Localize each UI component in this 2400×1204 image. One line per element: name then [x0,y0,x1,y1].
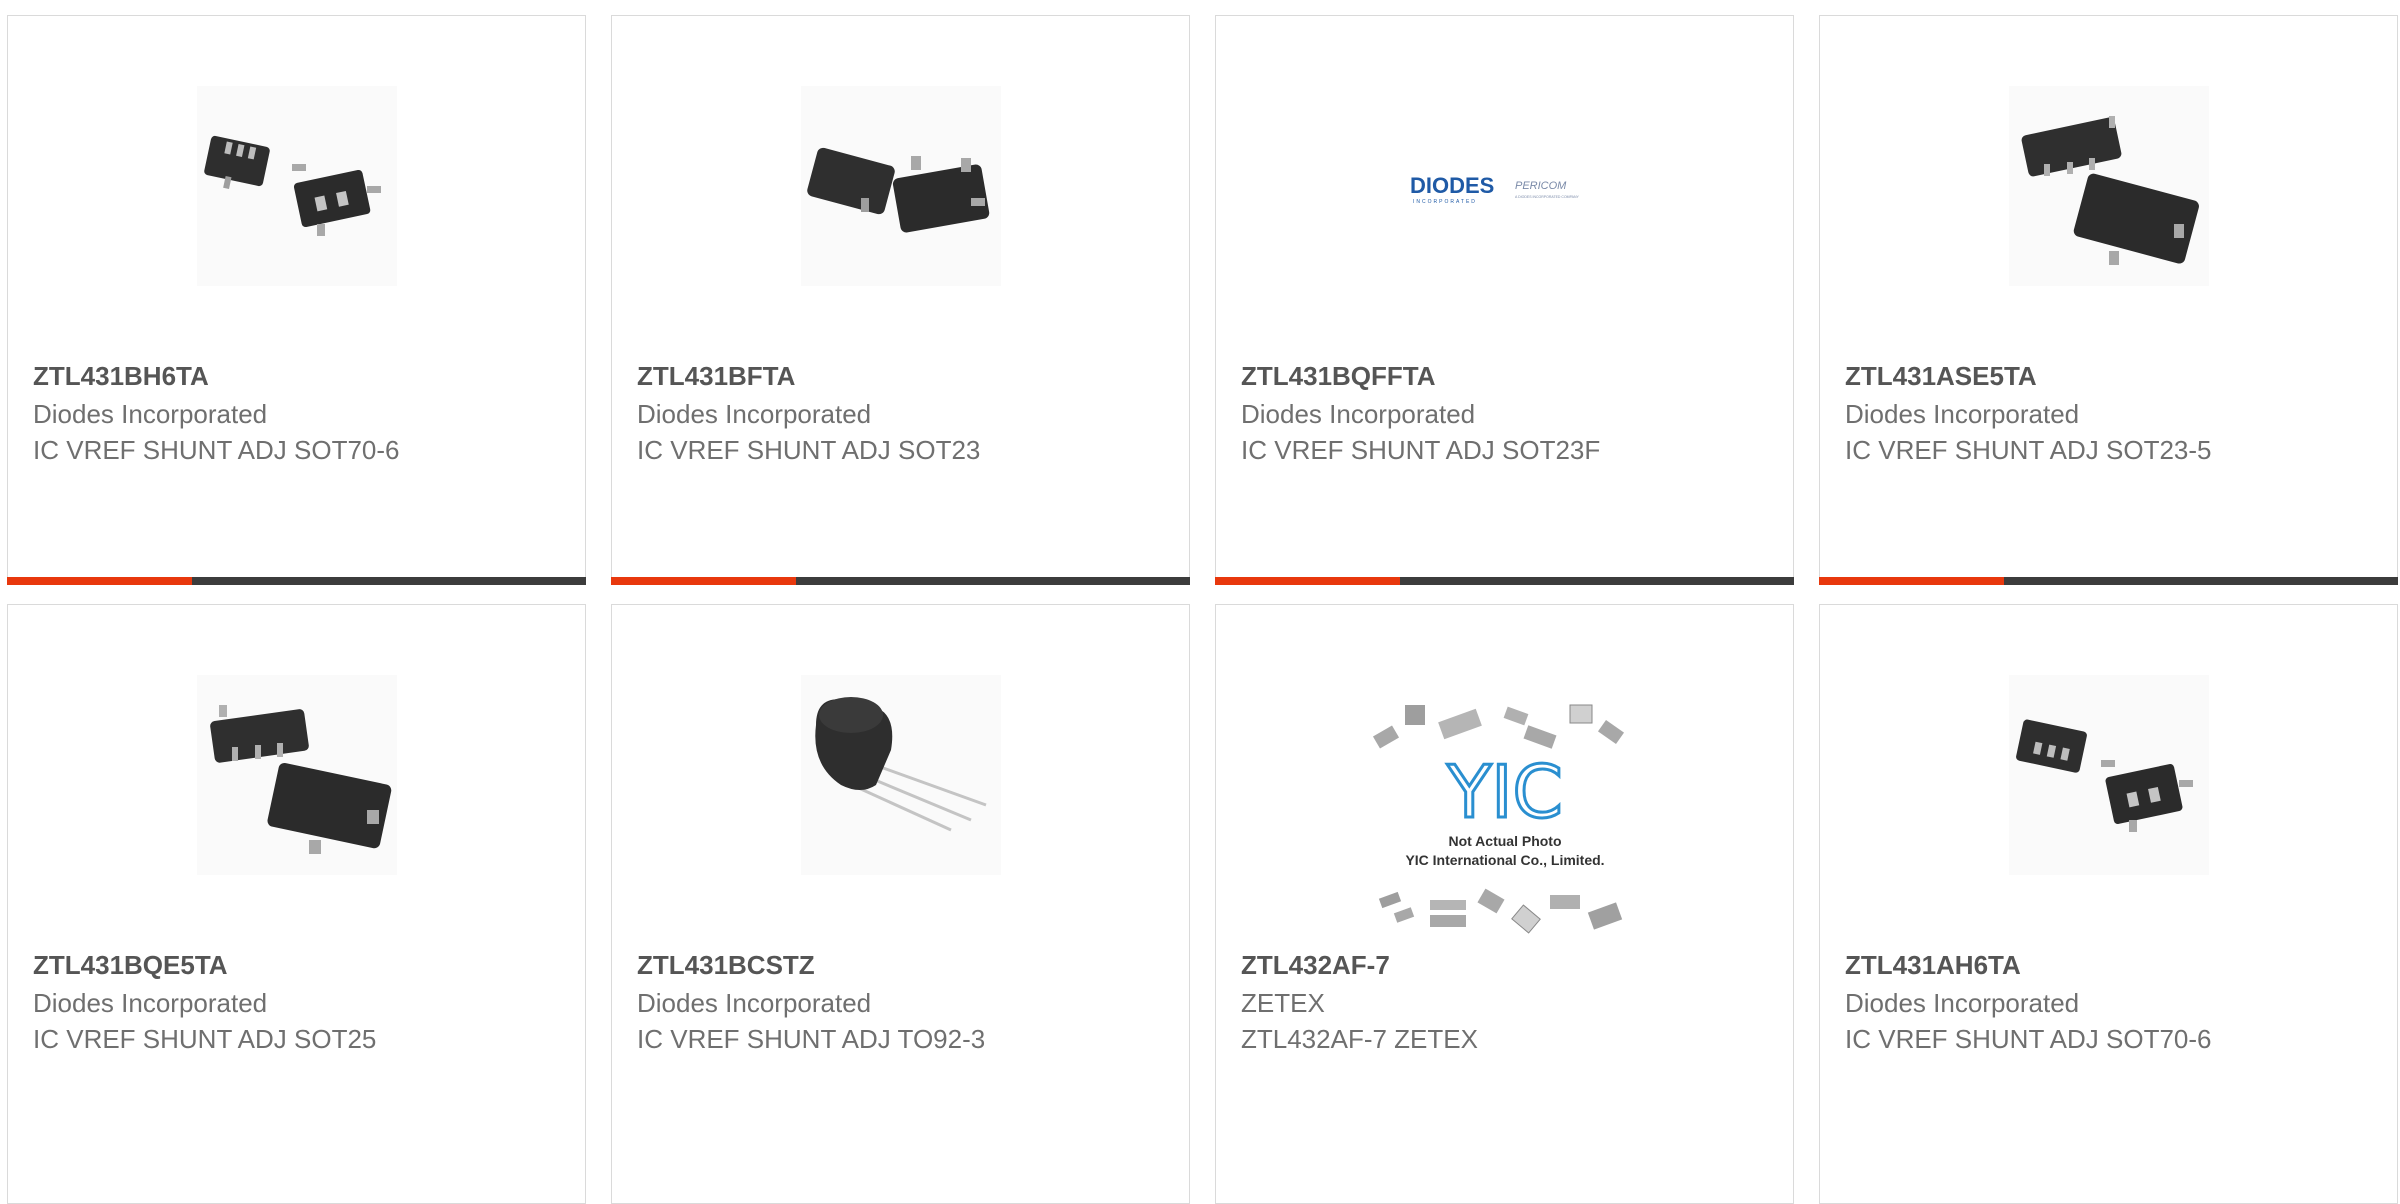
manufacturer-name: Diodes Incorporated [1845,399,2080,429]
diodes-tagline-text: INCORPORATED [1413,199,1477,205]
sot70-6-package-icon [2015,719,2193,832]
manufacturer-name: Diodes Incorporated [33,988,268,1018]
card-progress-fill [7,577,193,585]
part-number[interactable]: ZTL432AF-7 [1241,950,1390,981]
manufacturer-name: Diodes Incorporated [637,399,872,429]
product-card[interactable]: ZTL431AH6TA Diodes Incorporated IC VREF … [1819,604,2398,1204]
product-description: IC VREF SHUNT ADJ SOT70-6 [33,435,400,465]
product-description: ZTL432AF-7 ZETEX [1241,1024,1478,1054]
product-description: IC VREF SHUNT ADJ TO92-3 [637,1024,986,1054]
product-image[interactable]: YIC Not Actual Photo YIC International C… [1364,695,1645,945]
sot23-5-package-icon [2021,116,2199,265]
product-card[interactable]: YIC Not Actual Photo YIC International C… [1215,604,1794,1204]
product-card[interactable]: ZTL431BH6TA Diodes Incorporated IC VREF … [7,15,586,585]
manufacturer-name: Diodes Incorporated [1845,988,2080,1018]
yic-logo-text: YIC [1446,750,1563,834]
part-number[interactable]: ZTL431BCSTZ [637,950,815,981]
part-number[interactable]: ZTL431BFTA [637,361,795,392]
product-card[interactable]: ZTL431BCSTZ Diodes Incorporated IC VREF … [611,604,1190,1204]
sot25-package-icon [209,705,391,854]
product-card[interactable]: ZTL431BFTA Diodes Incorporated IC VREF S… [611,15,1190,585]
to92-3-package-icon [814,697,987,832]
product-card[interactable]: ZTL431ASE5TA Diodes Incorporated IC VREF… [1819,15,2398,585]
product-image[interactable] [196,86,397,286]
part-number[interactable]: ZTL431BQFFTA [1241,361,1436,392]
manufacturer-name: ZETEX [1241,988,1325,1018]
sot23-package-icon [806,147,989,233]
card-progress-bar [1215,577,1794,585]
card-progress-bar [1819,577,2398,585]
pericom-tagline-text: A DIODES INCORPORATED COMPANY [1515,195,1580,199]
manufacturer-name: Diodes Incorporated [33,399,268,429]
product-image[interactable] [2008,86,2209,286]
product-description: IC VREF SHUNT ADJ SOT70-6 [1845,1024,2212,1054]
card-progress-fill [611,577,797,585]
pericom-brand-text: PERICOM [1515,180,1567,192]
product-image[interactable] [2008,675,2209,875]
manufacturer-name: Diodes Incorporated [637,988,872,1018]
part-number[interactable]: ZTL431ASE5TA [1845,361,2037,392]
card-progress-bar [611,577,1190,585]
manufacturer-name: Diodes Incorporated [1241,399,1476,429]
card-progress-fill [1819,577,2005,585]
yic-placeholder-image: YIC Not Actual Photo YIC International C… [1372,704,1624,934]
yic-caption-2: YIC International Co., Limited. [1405,852,1604,868]
product-description: IC VREF SHUNT ADJ SOT23-5 [1845,435,2212,465]
sot70-6-package-icon [203,135,381,236]
part-number[interactable]: ZTL431AH6TA [1845,950,2021,981]
product-description: IC VREF SHUNT ADJ SOT25 [33,1024,377,1054]
product-description: IC VREF SHUNT ADJ SOT23 [637,435,981,465]
product-image[interactable] [196,675,397,875]
part-number[interactable]: ZTL431BH6TA [33,361,209,392]
part-number[interactable]: ZTL431BQE5TA [33,950,228,981]
diodes-brand-text: DIODES [1410,173,1494,198]
product-image[interactable]: DIODES INCORPORATED PERICOM A DIODES INC… [1404,86,1605,286]
yic-caption-1: Not Actual Photo [1448,833,1561,849]
card-progress-fill [1215,577,1401,585]
product-image[interactable] [800,86,1001,286]
diodes-pericom-logo: DIODES INCORPORATED PERICOM A DIODES INC… [1410,173,1580,205]
product-image[interactable] [800,675,1001,875]
card-progress-bar [7,577,586,585]
product-description: IC VREF SHUNT ADJ SOT23F [1241,435,1601,465]
product-card[interactable]: ZTL431BQE5TA Diodes Incorporated IC VREF… [7,604,586,1204]
product-grid: ZTL431BH6TA Diodes Incorporated IC VREF … [7,15,2400,1204]
product-card[interactable]: DIODES INCORPORATED PERICOM A DIODES INC… [1215,15,1794,585]
